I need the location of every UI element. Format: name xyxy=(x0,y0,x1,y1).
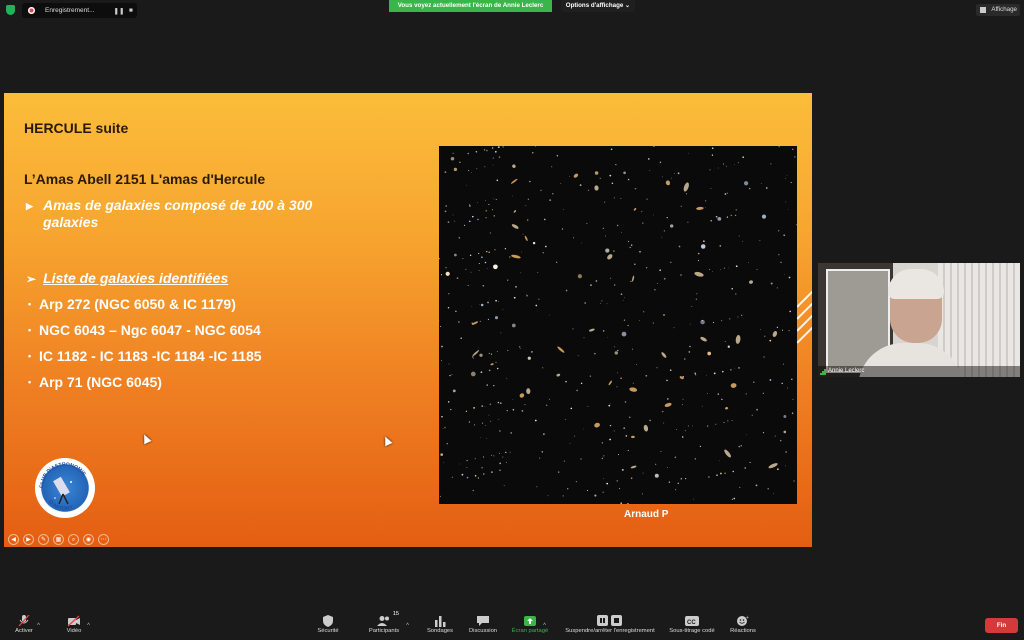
bullet-icon: • xyxy=(28,351,32,361)
recording-indicator: Enregistrement... ❚❚ ■ xyxy=(22,3,137,18)
list-item: • Arp 71 (NGC 6045) xyxy=(28,374,162,390)
bar-chart-icon xyxy=(433,614,447,627)
shared-slide: HERCULE suite L’Amas Abell 2151 L'amas d… xyxy=(4,93,812,547)
galaxy-list-heading-text: Liste de galaxies identifiées xyxy=(43,270,229,286)
view-button[interactable]: Affichage xyxy=(976,4,1020,16)
chat-button[interactable]: Discussion xyxy=(464,607,502,640)
security-shield-icon[interactable] xyxy=(6,5,15,15)
galaxy-list-heading: ➢ Liste de galaxies identifiées xyxy=(26,270,228,286)
bullet-icon: • xyxy=(28,325,32,335)
recording-control-button[interactable]: Suspendre/arrêter l'enregistrement xyxy=(560,607,660,640)
svg-text:+: + xyxy=(746,615,749,621)
galaxy-cluster-photo xyxy=(439,146,797,504)
share-screen-button[interactable]: ^ Écran partagé xyxy=(508,607,552,640)
signal-bars-icon xyxy=(820,369,827,375)
participant-video-tile[interactable]: Annie Leclerc xyxy=(818,263,1020,377)
triangle-bullet-icon: ▶ xyxy=(26,201,33,211)
top-bar: Enregistrement... ❚❚ ■ Vous voyez actuel… xyxy=(0,0,1024,20)
list-item: • NGC 6043 – Ngc 6047 - NGC 6054 xyxy=(28,322,261,338)
pen-icon[interactable]: ✎ xyxy=(38,534,49,545)
more-options-icon[interactable]: ⋯ xyxy=(98,534,109,545)
slide-title: HERCULE suite xyxy=(24,120,129,136)
bullet-icon: • xyxy=(28,299,32,309)
list-item: • Arp 272 (NGC 6050 & IC 1179) xyxy=(28,296,236,312)
grid-icon xyxy=(980,7,986,13)
all-slides-icon[interactable]: ▦ xyxy=(53,534,64,545)
slide-heading: L’Amas Abell 2151 L'amas d'Hercule xyxy=(24,171,266,187)
starfield-image xyxy=(439,146,797,504)
smiley-add-icon: + xyxy=(736,614,750,626)
svg-text:CC: CC xyxy=(687,620,696,626)
chevron-up-icon[interactable]: ^ xyxy=(406,623,409,629)
participants-button[interactable]: 15 ^ Participants xyxy=(362,607,409,640)
meeting-toolbar: ^ Activer ^ Vidéo Sécurité 15 ^ Particip… xyxy=(0,607,1024,640)
list-item: • IC 1182 - IC 1183 -IC 1184 -IC 1185 xyxy=(28,348,262,364)
shield-icon xyxy=(321,614,335,627)
next-slide-icon[interactable]: ▶ xyxy=(23,534,34,545)
chevron-up-icon[interactable]: ^ xyxy=(37,623,40,629)
share-screen-icon: ^ xyxy=(523,614,546,629)
description-bullet: ▶ Amas de galaxies composé de 100 à 300 … xyxy=(26,197,366,231)
participants-icon: 15 ^ xyxy=(377,611,409,629)
slide-controls: ◀ ▶ ✎ ▦ ⌕ ◉ ⋯ xyxy=(8,534,109,545)
security-button[interactable]: Sécurité xyxy=(311,607,345,640)
view-options-button[interactable]: Options d'affichage ⌄ xyxy=(561,0,635,12)
reactions-button[interactable]: + Réactions xyxy=(726,607,760,640)
end-meeting-button[interactable]: Fin xyxy=(985,618,1018,633)
chevron-down-icon: ⌄ xyxy=(625,2,631,9)
chat-icon xyxy=(476,614,490,626)
recording-label: Enregistrement... xyxy=(45,7,95,14)
decorative-stripes xyxy=(797,288,812,348)
video-off-icon: ^ xyxy=(67,614,90,629)
view-options-label: Options d'affichage xyxy=(565,2,624,9)
view-button-label: Affichage xyxy=(991,6,1017,13)
image-caption: Arnaud P xyxy=(624,509,669,520)
pointer-icon[interactable]: ◉ xyxy=(83,534,94,545)
pause-recording-icon[interactable]: ❚❚ xyxy=(113,7,125,15)
closed-captions-icon: CC xyxy=(685,614,699,626)
video-button[interactable]: ^ Vidéo xyxy=(58,607,90,640)
chevron-up-icon[interactable]: ^ xyxy=(87,623,90,629)
participant-name: Annie Leclerc xyxy=(818,366,1020,377)
telescope-logo-icon: CLUB D'ASTRONOMIE D'ANTONY xyxy=(39,462,87,512)
microphone-muted-icon: ^ xyxy=(17,614,40,629)
audio-button[interactable]: ^ Activer xyxy=(8,607,40,640)
polls-button[interactable]: Sondages xyxy=(423,607,457,640)
zoom-icon[interactable]: ⌕ xyxy=(68,534,79,545)
description-text: Amas de galaxies composé de 100 à 300 ga… xyxy=(43,197,313,230)
participants-count: 15 xyxy=(392,611,399,617)
chevron-up-icon[interactable]: ^ xyxy=(543,623,546,629)
arrow-bullet-icon: ➢ xyxy=(26,272,37,286)
record-icon xyxy=(28,7,35,14)
closed-captions-button[interactable]: CC Sous-titrage codé xyxy=(666,607,718,640)
club-logo: CLUB D'ASTRONOMIE D'ANTONY xyxy=(35,458,95,518)
screen-share-banner: Vous voyez actuellement l'écran de Annie… xyxy=(389,0,552,12)
pause-stop-icon xyxy=(597,614,623,626)
bullet-icon: • xyxy=(28,377,32,387)
previous-slide-icon[interactable]: ◀ xyxy=(8,534,19,545)
stop-recording-icon[interactable]: ■ xyxy=(125,7,137,14)
